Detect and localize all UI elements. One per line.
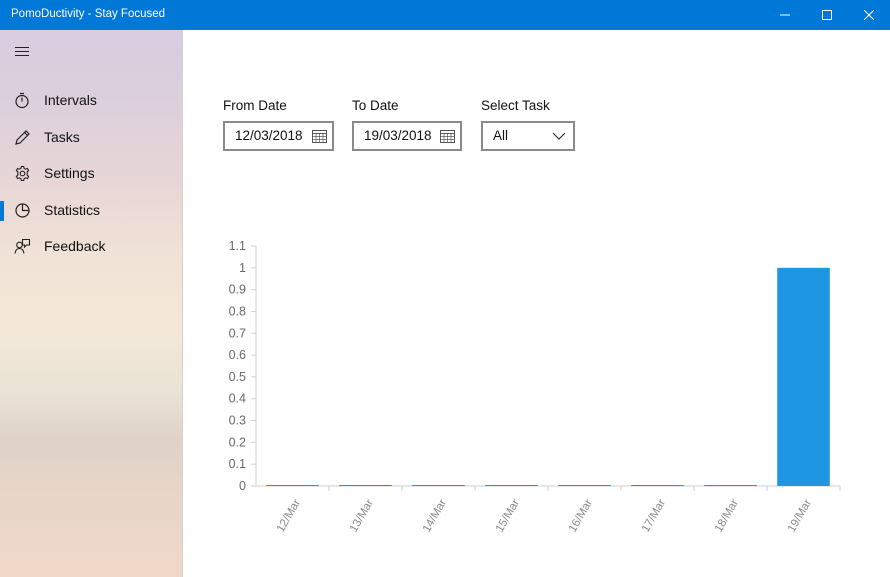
x-tick-label: 13/Mar: [348, 497, 376, 534]
x-tick-label: 14/Mar: [421, 497, 449, 534]
x-tick-label: 15/Mar: [494, 497, 522, 534]
select-task-label: Select Task: [481, 98, 550, 113]
chevron-down-icon: [552, 132, 566, 140]
bar: [631, 485, 684, 486]
y-tick-label: 0: [239, 479, 246, 493]
bar: [412, 485, 465, 486]
to-date-label: To Date: [352, 98, 399, 113]
bar: [777, 267, 830, 486]
sidebar-item-label: Settings: [44, 165, 95, 181]
from-date-picker[interactable]: 12/03/2018: [223, 121, 334, 151]
y-tick-label: 0.7: [229, 326, 246, 340]
maximize-button[interactable]: [806, 0, 848, 30]
statistics-bar-chart: 0 0.1 0.2 0.3 0.4 0.5 0.6 0.7 0.8 0.9 1 1.1 12/Mar 13…: [229, 239, 841, 535]
bar: [558, 485, 611, 486]
calendar-icon: [312, 130, 327, 143]
x-tick-label: 19/Mar: [786, 497, 814, 534]
y-tick-label: 0.1: [229, 457, 246, 471]
y-tick-label: 0.5: [229, 370, 246, 384]
selection-indicator: [0, 201, 4, 221]
y-tick-label: 0.9: [229, 283, 246, 297]
sidebar-item-feedback[interactable]: Feedback: [0, 229, 183, 263]
sidebar-item-settings[interactable]: Settings: [0, 156, 183, 190]
y-tick-label: 0.2: [229, 435, 246, 449]
bar: [339, 485, 392, 486]
sidebar-item-label: Feedback: [44, 238, 106, 254]
sidebar-item-statistics[interactable]: Statistics: [0, 193, 183, 227]
to-date-value: 19/03/2018: [364, 128, 432, 143]
sidebar-item-tasks[interactable]: Tasks: [0, 120, 183, 154]
sidebar-item-intervals[interactable]: Intervals: [0, 83, 183, 117]
sidebar-item-label: Statistics: [44, 202, 101, 218]
y-tick-label: 1.1: [229, 239, 246, 253]
close-icon: [864, 10, 874, 20]
from-date-value: 12/03/2018: [235, 128, 303, 143]
stopwatch-icon: [15, 92, 29, 109]
bar: [266, 485, 319, 486]
pencil-icon: [15, 130, 30, 145]
hamburger-menu-button[interactable]: [13, 44, 31, 58]
window-title: PomoDuctivity - Stay Focused: [11, 8, 166, 20]
sidebar-item-label: Tasks: [44, 129, 80, 145]
x-tick-label: 16/Mar: [567, 497, 595, 534]
sidebar: Intervals Tasks Settings Statistics Feed…: [0, 30, 183, 577]
from-date-label: From Date: [223, 98, 287, 113]
bar: [704, 485, 757, 486]
feedback-person-icon: [14, 238, 31, 254]
minimize-icon: [780, 14, 790, 16]
x-tick-label: 12/Mar: [275, 497, 303, 534]
to-date-picker[interactable]: 19/03/2018: [352, 121, 462, 151]
close-button[interactable]: [848, 0, 890, 30]
gear-icon: [15, 165, 30, 182]
title-bar: PomoDuctivity - Stay Focused: [0, 0, 890, 30]
sidebar-item-label: Intervals: [44, 92, 97, 108]
x-tick-label: 17/Mar: [640, 497, 668, 534]
x-tick-label: 18/Mar: [713, 497, 741, 534]
pie-chart-icon: [15, 203, 30, 218]
calendar-icon: [440, 130, 455, 143]
y-tick-label: 1: [239, 261, 246, 275]
y-tick-label: 0.6: [229, 348, 246, 362]
y-tick-label: 0.3: [229, 414, 246, 428]
y-tick-label: 0.8: [229, 304, 246, 318]
minimize-button[interactable]: [764, 0, 806, 30]
task-select-value: All: [493, 128, 509, 143]
maximize-icon: [822, 10, 832, 20]
y-tick-label: 0.4: [229, 392, 246, 406]
bar: [485, 485, 538, 486]
task-select[interactable]: All: [481, 121, 575, 151]
